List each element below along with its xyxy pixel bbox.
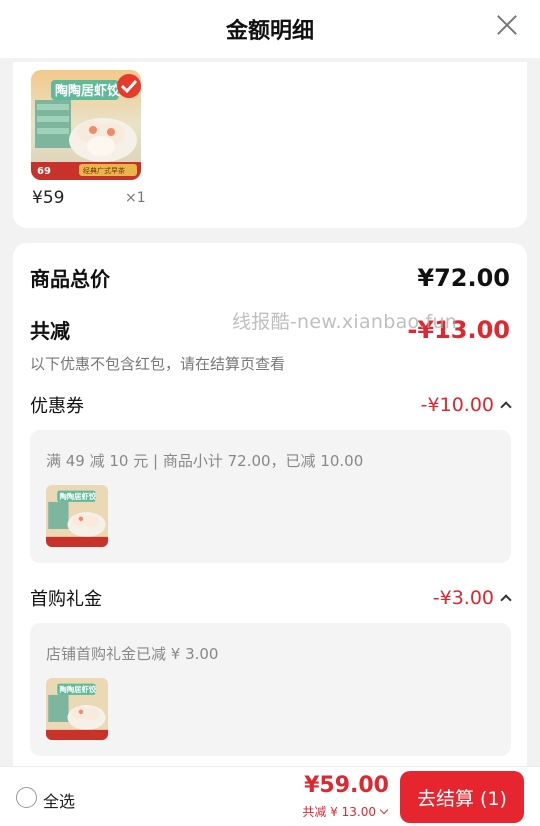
discount-label: 共减 [30, 319, 70, 343]
total-row: 商品总价 ¥72.00 [30, 263, 510, 292]
checkout-total: ¥59.00 [304, 773, 389, 798]
coupon-value: -¥10.00 [420, 394, 494, 416]
product-image[interactable]: 陶陶居虾饺 经典广式早茶 69 [31, 70, 141, 180]
chevron-up-icon[interactable] [500, 401, 512, 413]
first-purchase-detail-text: 店铺首购礼金已减 ¥ 3.00 [46, 645, 219, 663]
product-card: 陶陶居虾饺 经典广式早茶 69 ¥59 ×1 [13, 62, 527, 228]
chevron-down-icon [379, 805, 389, 815]
total-label: 商品总价 [30, 267, 110, 291]
first-purchase-detail-box: 店铺首购礼金已减 ¥ 3.00 陶陶居虾饺 [30, 623, 511, 756]
coupon-row[interactable]: 优惠券 -¥10.00 [30, 392, 512, 418]
first-purchase-value: -¥3.00 [432, 587, 494, 609]
svg-text:陶陶居虾饺: 陶陶居虾饺 [60, 685, 97, 694]
svg-text:经典广式早茶: 经典广式早茶 [83, 166, 125, 175]
radio-icon[interactable] [16, 787, 37, 808]
close-icon[interactable] [496, 13, 518, 35]
svg-text:陶陶居虾饺: 陶陶居虾饺 [60, 492, 97, 501]
checkout-discount-toggle[interactable]: 共减 ¥ 13.00 [302, 803, 389, 820]
page-title: 金额明细 [225, 19, 314, 44]
first-purchase-label: 首购礼金 [30, 589, 102, 610]
checkout-discount-text: 共减 ¥ 13.00 [302, 805, 376, 819]
coupon-product-thumbnail: 陶陶居虾饺 [46, 485, 108, 547]
checkout-bar: 全选 ¥59.00 共减 ¥ 13.00 去结算 (1) [0, 766, 540, 826]
discount-note: 以下优惠不包含红包，请在结算页查看 [30, 355, 286, 373]
svg-text:69: 69 [37, 166, 51, 177]
chevron-up-icon[interactable] [500, 594, 512, 606]
total-value: ¥72.00 [417, 263, 510, 292]
product-quantity: ×1 [125, 190, 146, 206]
coupon-detail-text: 满 49 减 10 元 | 商品小计 72.00，已减 10.00 [46, 452, 364, 470]
coupon-detail-box: 满 49 减 10 元 | 商品小计 72.00，已减 10.00 陶陶居虾饺 [30, 430, 511, 563]
coupon-label: 优惠券 [30, 396, 84, 417]
svg-text:陶陶居虾饺: 陶陶居虾饺 [55, 83, 121, 99]
first-purchase-row[interactable]: 首购礼金 -¥3.00 [30, 585, 512, 611]
watermark: 线报酷-new.xianbao.fun [232, 311, 458, 333]
header: 金额明细 [0, 0, 540, 58]
product-price: ¥59 [32, 188, 65, 208]
first-purchase-product-thumbnail: 陶陶居虾饺 [46, 678, 108, 740]
coupon-value-group: -¥10.00 [420, 394, 512, 416]
checkout-button[interactable]: 去结算 (1) [400, 771, 524, 823]
first-purchase-value-group: -¥3.00 [432, 587, 512, 609]
select-all-label[interactable]: 全选 [43, 788, 75, 812]
